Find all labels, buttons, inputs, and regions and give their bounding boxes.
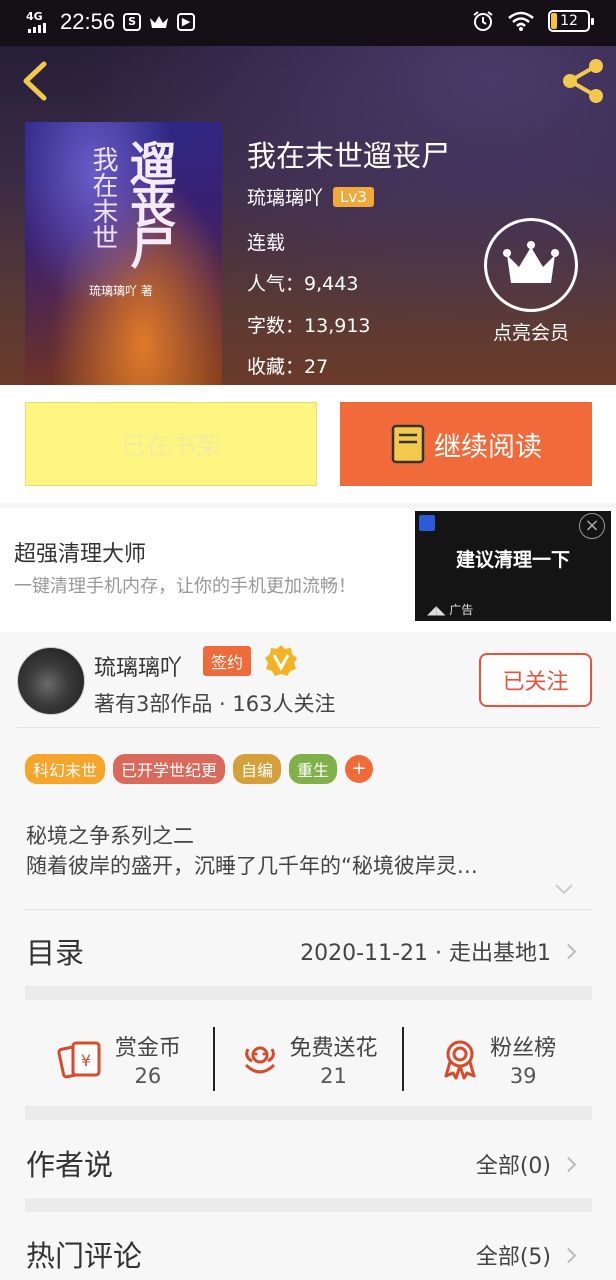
- tag-item[interactable]: 科幻末世: [25, 754, 106, 784]
- book-title: 我在末世遛丧尸: [247, 139, 451, 173]
- word-count-stat: 字数：13,913: [247, 311, 371, 338]
- flower-icon: [244, 1046, 275, 1074]
- expand-chevron-icon[interactable]: [553, 878, 575, 900]
- continue-reading-button[interactable]: 继续阅读: [340, 402, 592, 486]
- book-details: 琉璃璃吖 签约 著有3部作品 · 163人关注 已关注 科幻末世 已开学世纪更 …: [0, 632, 616, 1280]
- words-label: 字数：: [247, 315, 305, 337]
- author-avatar[interactable]: [17, 647, 85, 715]
- hot-comments-all[interactable]: 全部(5): [475, 1239, 577, 1271]
- action-bar: 已在书架 继续阅读: [0, 385, 616, 503]
- author-says-all[interactable]: 全部(0): [475, 1148, 577, 1180]
- favorites-label: 收藏：: [247, 356, 305, 378]
- stat-value: 39: [509, 1064, 537, 1088]
- section-separator: [25, 1106, 592, 1120]
- favorites-value: 27: [304, 356, 329, 378]
- reward-coins-button[interactable]: ¥ 赏金币 26: [25, 1020, 213, 1098]
- chevron-right-icon: [560, 1247, 577, 1263]
- author-stats: 著有3部作品 · 163人关注: [94, 692, 336, 716]
- stat-value: 26: [134, 1064, 162, 1088]
- follow-button[interactable]: 已关注: [479, 653, 592, 707]
- play-notification-icon: ▶: [177, 13, 196, 31]
- latest-chapter-label: 2020-11-21 · 走出基地1: [300, 941, 551, 966]
- vip-label: 点亮会员: [492, 322, 569, 344]
- tag-list: 科幻末世 已开学世纪更 自编 重生 +: [25, 754, 374, 784]
- section-separator: [25, 1198, 592, 1212]
- divider: [25, 909, 592, 910]
- signed-badge: 签约: [203, 646, 252, 676]
- hot-comments-all-label: 全部(5): [475, 1245, 551, 1270]
- chevron-right-icon: [560, 1156, 577, 1172]
- ad-image[interactable]: × 建议清理一下 ◢◣ 广告: [415, 511, 611, 621]
- ad-banner[interactable]: 超强清理大师 一键清理手机内存，让你的手机更加流畅！ × 建议清理一下 ◢◣ 广…: [0, 508, 616, 632]
- ad-close-icon[interactable]: ×: [579, 513, 605, 539]
- status-bar: 4G 22:56 S ▶ 12: [0, 0, 616, 46]
- clock: 22:56: [60, 9, 116, 34]
- alarm-icon: [473, 11, 493, 31]
- wifi-icon: [508, 11, 534, 31]
- crown-icon: [484, 218, 578, 312]
- description-line-1: 秘境之争系列之二: [26, 824, 194, 848]
- ad-image-text: 建议清理一下: [455, 549, 570, 571]
- stat-label: 粉丝榜: [490, 1036, 557, 1061]
- favorites-stat: 收藏：27: [247, 352, 328, 379]
- section-separator: [25, 986, 592, 1000]
- book-header: 4G 22:56 S ▶ 12 遛丧尸 我在末世 琉璃璃吖 著 我在末世遛丧尸 …: [0, 0, 616, 385]
- stat-value: 21: [320, 1064, 347, 1088]
- on-shelf-button[interactable]: 已在书架: [25, 402, 317, 486]
- stat-label: 赏金币: [114, 1036, 181, 1061]
- popularity-label: 人气：: [247, 273, 305, 295]
- stat-label: 免费送花: [289, 1036, 378, 1061]
- author-says-title[interactable]: 作者说: [26, 1142, 113, 1184]
- verified-v-icon: [265, 645, 297, 676]
- catalog-latest-chapter[interactable]: 2020-11-21 · 走出基地1: [300, 935, 577, 967]
- tag-item[interactable]: 重生: [289, 754, 338, 784]
- book-icon: [391, 424, 425, 464]
- author-name[interactable]: 琉璃璃吖: [94, 650, 182, 682]
- author-level-badge: Lv3: [333, 186, 374, 207]
- chevron-right-icon: [560, 943, 577, 959]
- popularity-value: 9,443: [304, 273, 359, 295]
- support-stats: ¥ 赏金币 26 免费送花 21 粉丝榜 39: [25, 1020, 592, 1098]
- battery-icon: 12: [548, 10, 594, 32]
- tag-item[interactable]: 已开学世纪更: [113, 754, 226, 784]
- continue-reading-label: 继续阅读: [434, 431, 542, 463]
- book-author[interactable]: 琉璃璃吖: [247, 183, 323, 210]
- author-says-all-label: 全部(0): [475, 1154, 551, 1179]
- catalog-title[interactable]: 目录: [26, 930, 84, 972]
- notification-s-icon: S: [123, 13, 142, 31]
- book-status: 连载: [247, 232, 286, 254]
- svg-text:¥: ¥: [81, 1051, 91, 1070]
- crown-notification-icon: [150, 16, 169, 28]
- add-tag-button[interactable]: +: [345, 755, 374, 783]
- red-envelope-icon: ¥: [57, 1041, 101, 1079]
- tag-item[interactable]: 自编: [233, 754, 282, 784]
- divider: [17, 727, 599, 728]
- ad-subtitle: 一键清理手机内存，让你的手机更加流畅！: [14, 576, 356, 597]
- popularity-stat: 人气：9,443: [247, 269, 358, 296]
- battery-level: 12: [560, 13, 578, 29]
- words-value: 13,913: [304, 315, 371, 337]
- book-cover[interactable]: 遛丧尸 我在末世 琉璃璃吖 著: [25, 122, 222, 385]
- network-type: 4G: [26, 10, 43, 23]
- back-icon[interactable]: [18, 60, 50, 102]
- description-line-2: 随着彼岸的盛开，沉睡了几千年的“秘境彼岸灵…: [26, 854, 478, 878]
- medal-icon: [444, 1040, 476, 1080]
- fan-ranking-button[interactable]: 粉丝榜 39: [404, 1020, 592, 1098]
- ad-tag: ◢◣ 广告: [427, 603, 474, 617]
- signal-icon: 4G: [26, 9, 52, 35]
- cover-author: 琉璃璃吖 著: [89, 284, 153, 298]
- share-icon[interactable]: [558, 56, 608, 106]
- ad-logo-icon: [419, 515, 435, 531]
- ad-title: 超强清理大师: [14, 542, 147, 567]
- ad-tag-label: 广告: [449, 603, 474, 617]
- cover-title-main: 遛丧尸: [123, 140, 177, 266]
- free-flowers-button[interactable]: 免费送花 21: [215, 1020, 403, 1098]
- vip-button[interactable]: 点亮会员: [484, 218, 578, 345]
- hot-comments-title[interactable]: 热门评论: [26, 1233, 142, 1275]
- cover-title-side: 我在末世: [88, 146, 118, 250]
